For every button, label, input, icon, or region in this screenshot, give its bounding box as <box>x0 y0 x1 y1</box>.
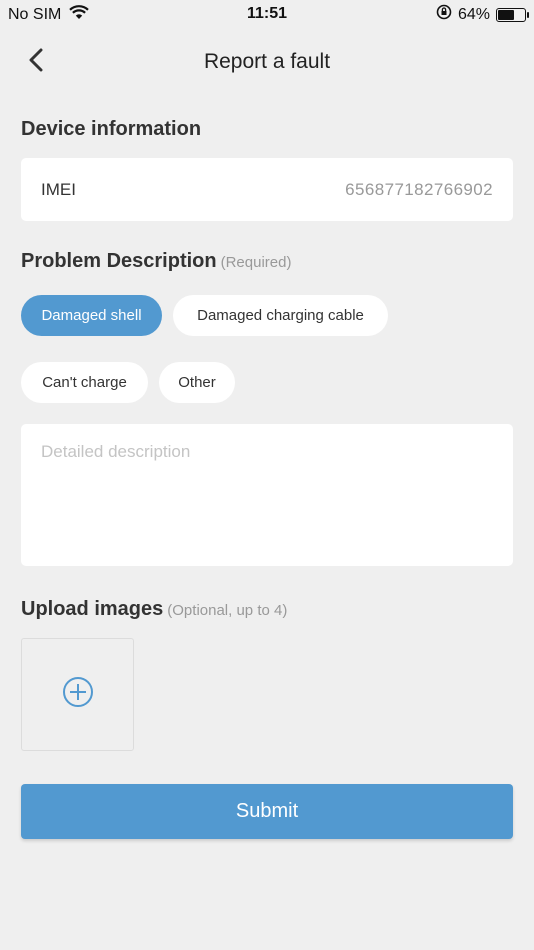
chip-label: Other <box>178 374 216 391</box>
chip-cant-charge[interactable]: Can't charge <box>21 362 148 403</box>
add-image-button[interactable] <box>21 638 134 751</box>
chip-label: Can't charge <box>42 374 127 391</box>
required-hint: (Required) <box>220 254 292 271</box>
upload-images-title-text: Upload images <box>21 598 164 620</box>
problem-description-title-text: Problem Description <box>21 250 217 272</box>
imei-value: 656877182766902 <box>345 179 493 199</box>
nav-bar: Report a fault <box>0 36 534 90</box>
imei-label: IMEI <box>41 179 76 199</box>
chip-damaged-charging-cable[interactable]: Damaged charging cable <box>173 295 388 336</box>
submit-label: Submit <box>235 800 299 822</box>
submit-button[interactable]: Submit <box>21 784 513 839</box>
battery-level <box>498 9 514 20</box>
battery-percent: 64% <box>457 5 490 23</box>
status-bar: No SIM 11:51 64% <box>0 0 534 28</box>
device-info-title-text: Device information <box>21 118 202 140</box>
page-title: Report a fault <box>203 50 331 73</box>
chip-other[interactable]: Other <box>159 362 235 403</box>
chip-label: Damaged charging cable <box>197 307 364 324</box>
orientation-lock-icon <box>436 4 452 25</box>
description-card <box>21 424 513 566</box>
problem-description-title: Problem Description (Required) <box>21 250 291 273</box>
optional-hint: (Optional, up to 4) <box>167 602 288 619</box>
device-info-title: Device information <box>21 118 201 141</box>
imei-card: IMEI 656877182766902 <box>21 158 513 221</box>
upload-images-title: Upload images (Optional, up to 4) <box>21 598 287 621</box>
battery-icon <box>496 7 529 22</box>
status-right: 64% <box>436 4 529 25</box>
plus-circle-icon <box>62 676 94 713</box>
chip-damaged-shell[interactable]: Damaged shell <box>21 295 162 336</box>
chip-label: Damaged shell <box>41 307 142 324</box>
description-input[interactable] <box>41 442 493 548</box>
